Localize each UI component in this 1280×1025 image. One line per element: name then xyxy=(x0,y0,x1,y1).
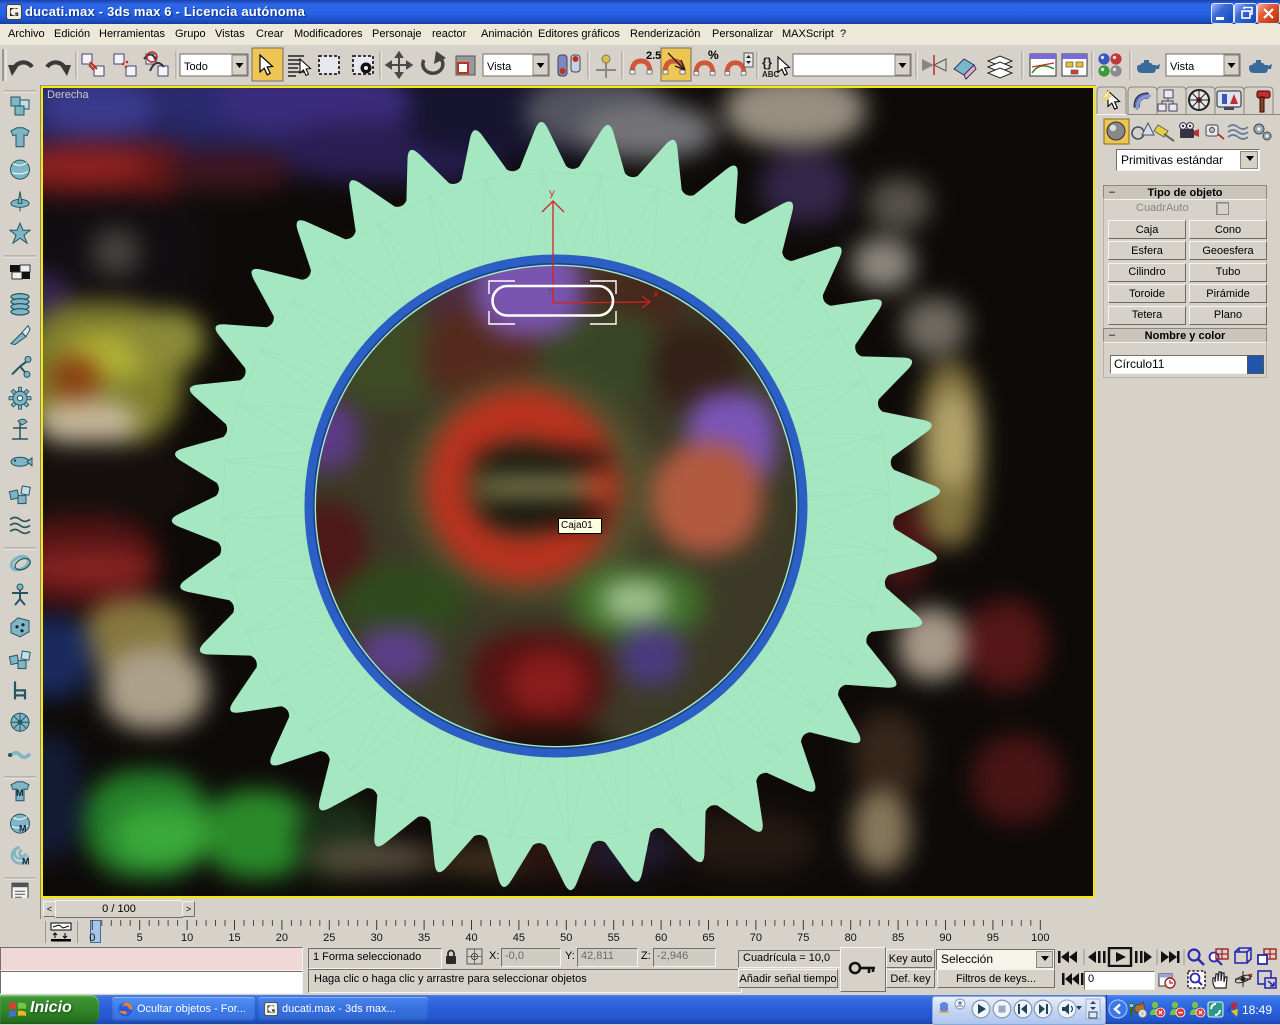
svg-text:5: 5 xyxy=(137,932,143,944)
svg-text:10: 10 xyxy=(181,932,193,944)
svg-text:{}: {} xyxy=(762,55,772,70)
svg-text:80: 80 xyxy=(845,932,857,944)
svg-text:40: 40 xyxy=(465,932,477,944)
svg-text:y: y xyxy=(549,189,555,200)
svg-text:%: % xyxy=(708,48,719,62)
svg-text:50: 50 xyxy=(560,932,572,944)
svg-text:45: 45 xyxy=(513,932,525,944)
svg-text:60: 60 xyxy=(655,932,667,944)
svg-text:15: 15 xyxy=(228,932,240,944)
svg-text:x: x xyxy=(653,290,659,301)
svg-text:25: 25 xyxy=(323,932,335,944)
svg-text:90: 90 xyxy=(939,932,951,944)
svg-text:65: 65 xyxy=(702,932,714,944)
svg-text:M: M xyxy=(22,856,30,866)
svg-text:100: 100 xyxy=(1031,932,1049,944)
svg-text:70: 70 xyxy=(750,932,762,944)
svg-text:0: 0 xyxy=(89,932,95,944)
svg-text:z: z xyxy=(547,287,552,297)
svg-text:35: 35 xyxy=(418,932,430,944)
svg-text:20: 20 xyxy=(276,932,288,944)
svg-text:Vista: Vista xyxy=(487,61,512,73)
svg-text:ABC: ABC xyxy=(762,70,780,79)
svg-text:55: 55 xyxy=(608,932,620,944)
svg-text:30: 30 xyxy=(371,932,383,944)
svg-text:2.5: 2.5 xyxy=(646,50,661,62)
svg-text:85: 85 xyxy=(892,932,904,944)
svg-text:95: 95 xyxy=(987,932,999,944)
svg-text:M: M xyxy=(16,788,24,798)
svg-text:75: 75 xyxy=(797,932,809,944)
svg-text:Todo: Todo xyxy=(184,61,208,73)
svg-text:M: M xyxy=(19,824,27,834)
svg-text:Vista: Vista xyxy=(1170,61,1195,73)
